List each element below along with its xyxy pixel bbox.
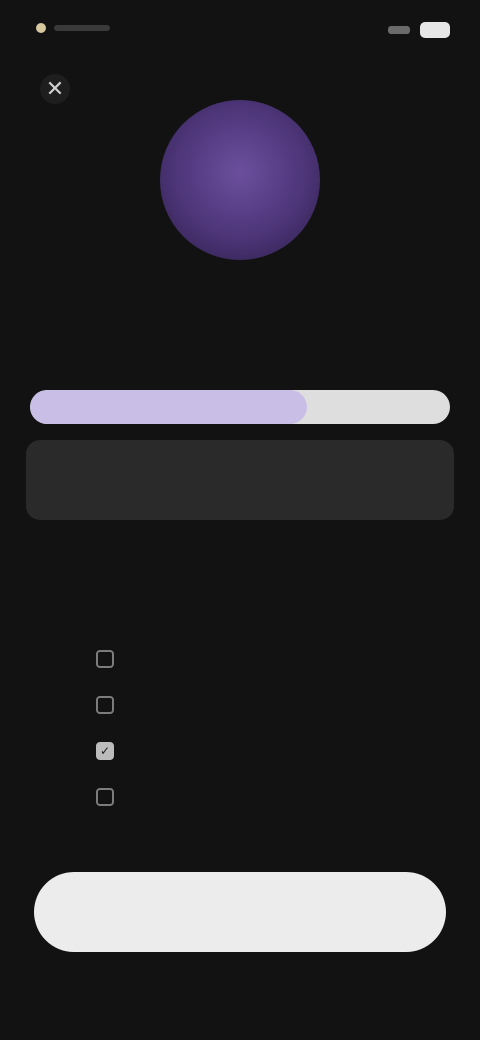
feature-item [96,774,396,820]
feature-item [96,636,396,682]
status-pill [54,25,110,31]
close-button[interactable]: ✕ [40,74,70,104]
secondary-link[interactable] [150,1012,330,1036]
close-icon: ✕ [45,76,65,101]
task-card[interactable] [26,440,454,520]
progress-bar [30,390,450,424]
primary-button[interactable] [34,872,446,952]
feature-item: ✓ [96,728,396,774]
status-dot-icon [36,23,46,33]
feature-list: ✓ [96,636,396,820]
avatar [160,100,320,260]
checkbox-icon[interactable] [96,650,114,668]
checkbox-checked-icon[interactable]: ✓ [96,742,114,760]
signal-icon [388,26,410,34]
checkbox-icon[interactable] [96,696,114,714]
status-bar [0,0,480,60]
status-left [36,18,116,38]
progress-fill [30,390,308,424]
status-right [354,20,450,40]
battery-icon [420,22,450,38]
feature-item [96,682,396,728]
checkbox-icon[interactable] [96,788,114,806]
